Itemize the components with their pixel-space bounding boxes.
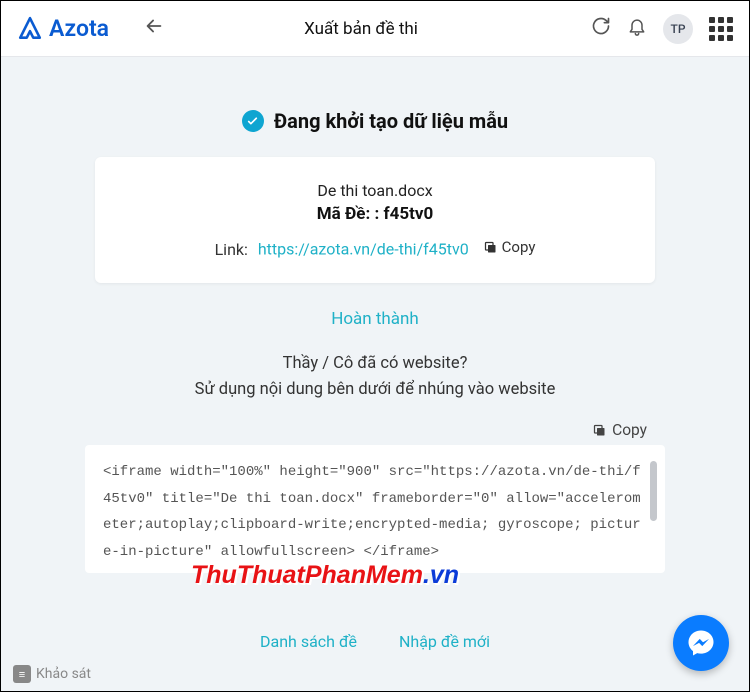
app-header: Azota Xuất bản đề thi TP (1, 1, 749, 57)
exam-list-link[interactable]: Danh sách đề (260, 632, 357, 651)
check-circle-icon (242, 110, 264, 132)
brand-logo[interactable]: Azota (17, 15, 109, 42)
copy-embed-label: Copy (612, 421, 647, 439)
copy-link-label: Copy (502, 238, 536, 256)
exam-link[interactable]: https://azota.vn/de-thi/f45tv0 (258, 240, 469, 259)
done-button[interactable]: Hoàn thành (49, 309, 701, 329)
new-exam-link[interactable]: Nhập đề mới (399, 632, 490, 651)
survey-label: Khảo sát (36, 666, 91, 682)
exam-link-row: Link: https://azota.vn/de-thi/f45tv0 Cop… (127, 238, 623, 259)
copy-link-button[interactable]: Copy (483, 238, 536, 256)
messenger-fab[interactable] (673, 615, 729, 671)
messenger-icon (686, 628, 716, 658)
refresh-button[interactable] (591, 16, 611, 41)
embed-prompt: Thầy / Cô đã có website? Sử dụng nội dun… (49, 351, 701, 404)
survey-icon: ≡ (13, 665, 31, 683)
embed-prompt-line2: Sử dụng nội dung bên dưới để nhúng vào w… (49, 377, 701, 403)
main-content: Đang khởi tạo dữ liệu mẫu De thi toan.do… (1, 57, 749, 573)
copy-icon (483, 240, 498, 255)
exam-info-card: De thi toan.docx Mã Đề: : f45tv0 Link: h… (95, 157, 655, 283)
exam-code: Mã Đề: : f45tv0 (127, 204, 623, 224)
embed-code-box[interactable]: <iframe width="100%" height="900" src="h… (85, 445, 665, 573)
link-label: Link: (215, 240, 248, 259)
footer-links: Danh sách đề Nhập đề mới (1, 632, 749, 651)
status-row: Đang khởi tạo dữ liệu mẫu (49, 109, 701, 133)
copy-icon (592, 423, 607, 438)
scrollbar-thumb[interactable] (650, 461, 657, 521)
apps-menu-button[interactable] (709, 17, 733, 41)
embed-code-text: <iframe width="100%" height="900" src="h… (103, 464, 641, 560)
page-title: Xuất bản đề thi (131, 19, 591, 39)
status-text: Đang khởi tạo dữ liệu mẫu (274, 109, 508, 133)
bell-icon (627, 16, 647, 36)
embed-prompt-line1: Thầy / Cô đã có website? (49, 351, 701, 377)
exam-code-label: Mã Đề: : (317, 204, 380, 224)
embed-section: Copy <iframe width="100%" height="900" s… (85, 421, 665, 573)
copy-embed-button[interactable]: Copy (85, 421, 665, 439)
notifications-button[interactable] (627, 16, 647, 41)
exam-file-name: De thi toan.docx (127, 181, 623, 200)
survey-button[interactable]: ≡ Khảo sát (13, 665, 91, 683)
brand-name: Azota (49, 15, 109, 42)
exam-code-value: f45tv0 (384, 204, 434, 224)
user-avatar[interactable]: TP (663, 14, 693, 44)
azota-logo-icon (17, 16, 43, 42)
refresh-icon (591, 16, 611, 36)
